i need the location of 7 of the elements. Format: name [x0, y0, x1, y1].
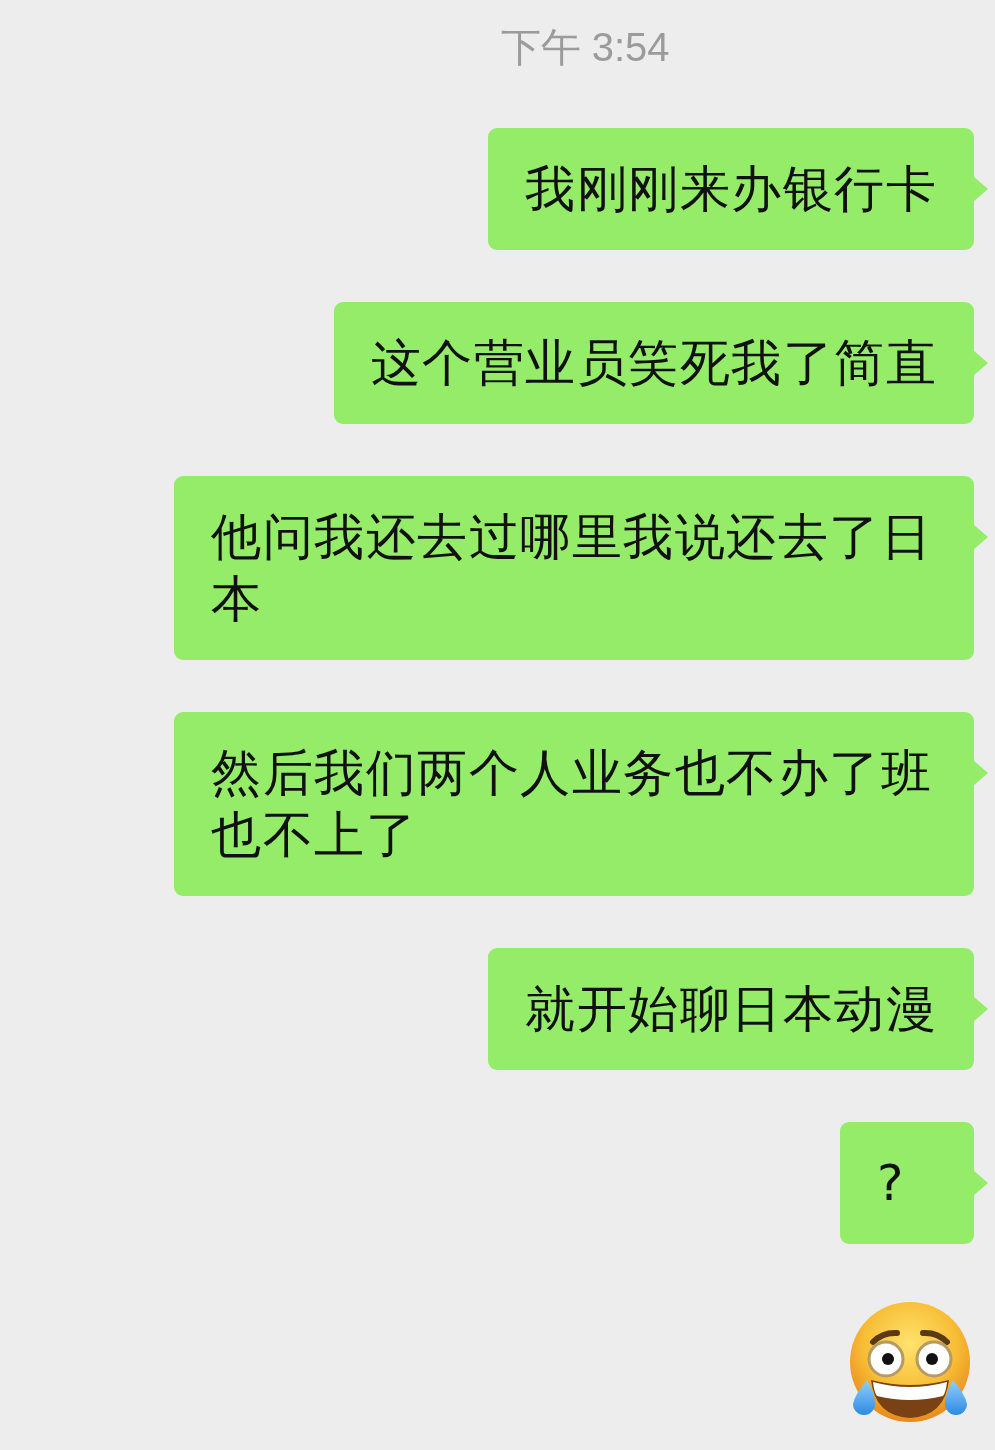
message-bubble: 我刚刚来办银行卡 [488, 128, 988, 250]
message-bubble: 然后我们两个人业务也不办了班也不上了 [174, 712, 988, 896]
message-bubble: ? [840, 1122, 988, 1244]
message-bubble: 这个营业员笑死我了简直 [333, 302, 988, 424]
message-bubble: 就开始聊日本动漫 [488, 948, 988, 1070]
message-bubble: 他问我还去过哪里我说还去了日本 [174, 476, 988, 660]
timestamp: 下午 3:54 [500, 24, 670, 71]
